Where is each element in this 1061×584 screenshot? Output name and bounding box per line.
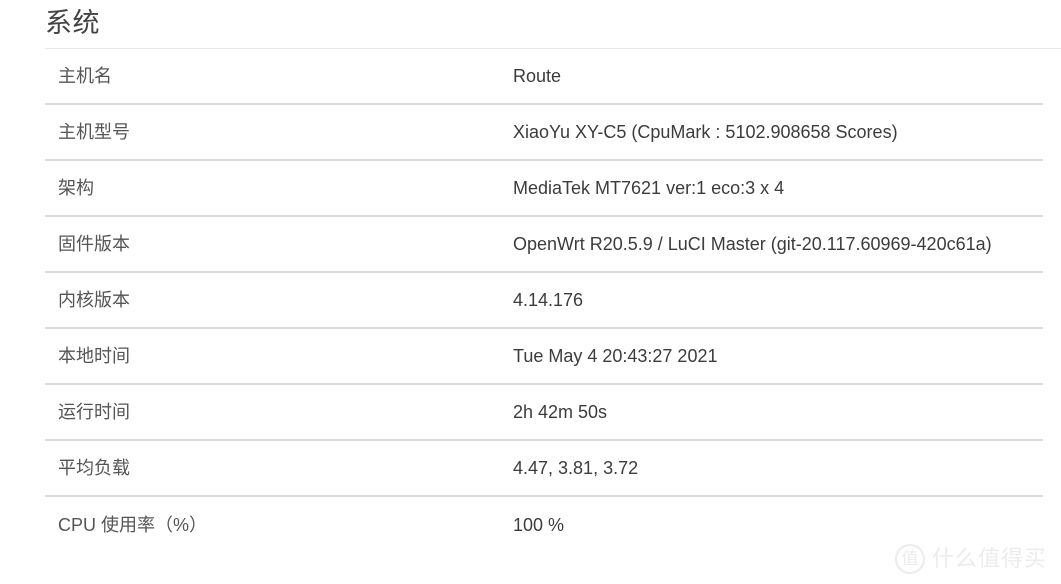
info-label: 主机型号 <box>58 122 130 142</box>
info-value: Route <box>513 66 562 86</box>
table-row: 主机型号 XiaoYu XY-C5 (CpuMark : 5102.908658 … <box>45 105 1043 161</box>
info-label: 平均负载 <box>58 458 130 478</box>
info-label: 主机名 <box>58 66 112 86</box>
table-row: 平均负载 4.47, 3.81, 3.72 <box>45 441 1043 497</box>
info-value: 100 % <box>513 515 565 535</box>
info-label: 内核版本 <box>58 290 130 310</box>
info-label: 架构 <box>58 178 94 198</box>
system-status-page: 系统 主机名 Route 主机型号 XiaoYu XY-C5 (CpuMark : 5… <box>0 0 1061 584</box>
table-row: 运行时间 2h 42m 50s <box>45 385 1043 441</box>
table-row: 架构 MediaTek MT7621 ver:1 eco:3 x 4 <box>45 161 1043 217</box>
table-row: 内核版本 4.14.176 <box>45 273 1043 329</box>
table-row: CPU 使用率（%） 100 % <box>45 497 1043 553</box>
info-value: MediaTek MT7621 ver:1 eco:3 x 4 <box>513 178 785 198</box>
info-label: CPU 使用率（%） <box>58 515 208 535</box>
info-value: Tue May 4 20:43:27 2021 <box>513 346 718 366</box>
table-row: 固件版本 OpenWrt R20.5.9 / LuCI Master (git-2… <box>45 217 1043 273</box>
info-label: 本地时间 <box>58 346 130 366</box>
table-row: 主机名 Route <box>45 49 1043 105</box>
info-value: OpenWrt R20.5.9 / LuCI Master (git-20.11… <box>513 234 992 254</box>
info-label: 运行时间 <box>58 402 130 422</box>
info-value: 4.47, 3.81, 3.72 <box>513 458 639 478</box>
info-value: 2h 42m 50s <box>513 402 608 422</box>
page-title: 系统 <box>45 8 100 38</box>
info-value: XiaoYu XY-C5 (CpuMark : 5102.908658 Scor… <box>513 122 898 142</box>
table-row: 本地时间 Tue May 4 20:43:27 2021 <box>45 329 1043 385</box>
info-label: 固件版本 <box>58 234 130 254</box>
info-value: 4.14.176 <box>513 290 584 310</box>
system-info-table: 主机名 Route 主机型号 XiaoYu XY-C5 (CpuMark : 5102… <box>45 49 1043 553</box>
